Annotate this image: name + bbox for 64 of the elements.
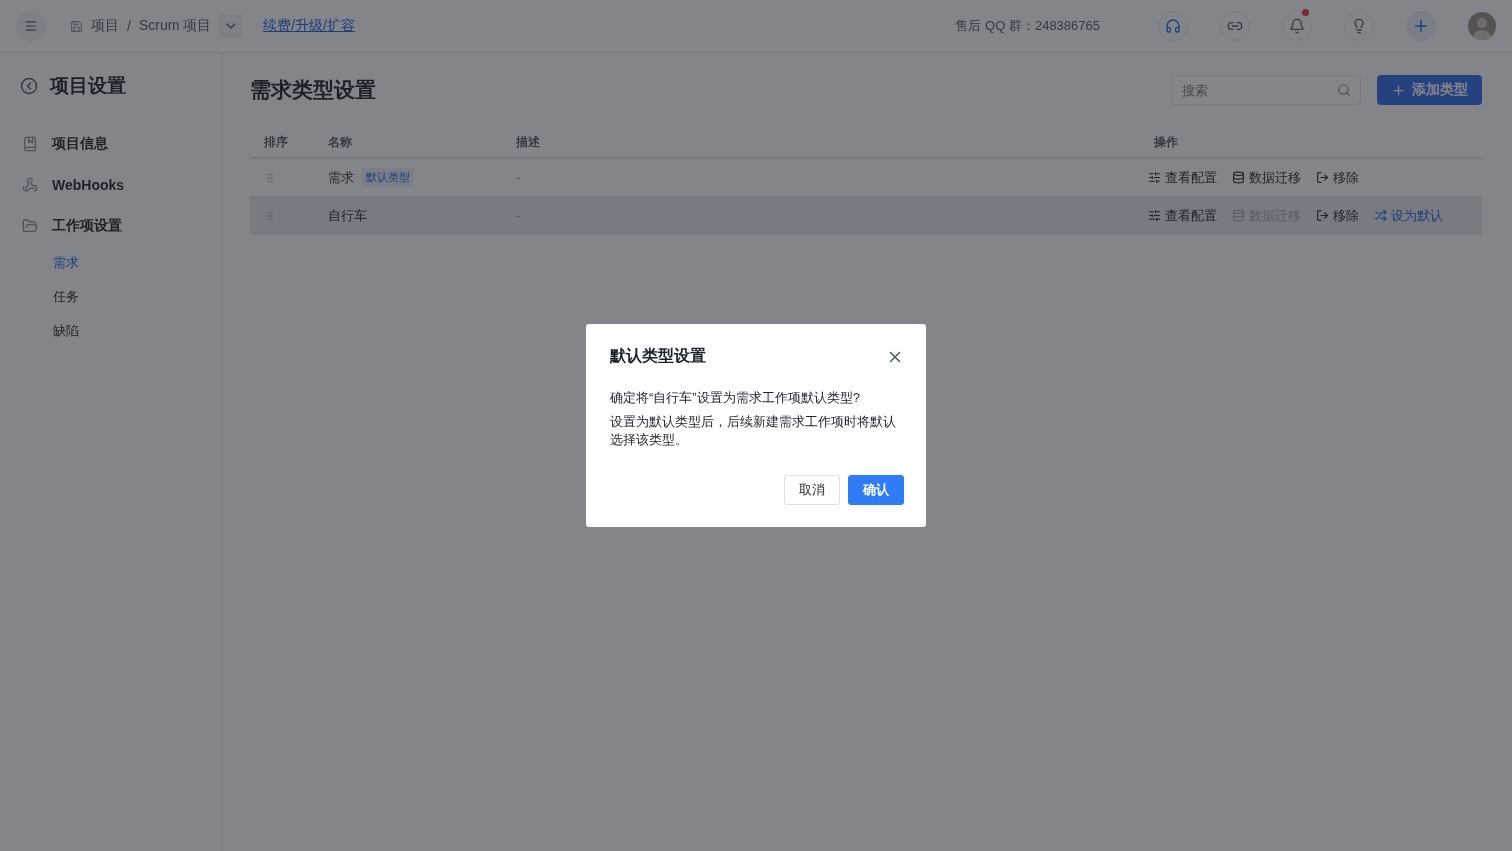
bell-icon <box>1289 18 1305 34</box>
cancel-button[interactable]: 取消 <box>784 475 840 505</box>
project-dropdown-button[interactable] <box>219 14 244 38</box>
breadcrumb-item[interactable]: Scrum 项目 <box>138 17 212 35</box>
plus-icon <box>1412 17 1430 35</box>
sidebar-item[interactable]: 项目信息 <box>20 123 221 164</box>
plus-icon <box>1391 82 1406 98</box>
sidebar-subitem[interactable]: 缺陷 <box>20 314 221 348</box>
description-text: - <box>516 208 521 223</box>
sliders-icon <box>1148 209 1161 222</box>
column-header: 排序 <box>263 133 289 151</box>
avatar[interactable] <box>1468 12 1496 40</box>
page-title: 需求类型设置 <box>250 77 377 103</box>
drag-handle-icon[interactable] <box>264 171 276 184</box>
menu-icon <box>24 19 38 33</box>
row-action[interactable]: 设为默认 <box>1374 206 1443 225</box>
add-type-button[interactable]: 添加类型 <box>1377 75 1482 105</box>
sidebar-item[interactable]: WebHooks <box>20 164 221 205</box>
default-tag: 默认类型 <box>362 168 414 187</box>
sidebar-item[interactable]: 工作项设置 <box>20 205 221 246</box>
exit-icon <box>1316 171 1329 184</box>
dialog-note: 设置为默认类型后，后续新建需求工作项时将默认选择该类型。 <box>610 413 897 449</box>
database-icon <box>1232 209 1245 222</box>
column-header: 操作 <box>1153 133 1179 151</box>
row-action[interactable]: 移除 <box>1316 206 1359 225</box>
column-header: 名称 <box>327 133 353 151</box>
row-action[interactable]: 查看配置 <box>1148 206 1217 225</box>
lightbulb-icon <box>1351 18 1367 34</box>
sidebar-subitem[interactable]: 任务 <box>20 280 221 314</box>
column-header: 描述 <box>515 133 541 151</box>
headset-icon <box>1165 18 1181 34</box>
type-name: 自行车 <box>328 206 367 225</box>
dialog-message: 确定将“自行车”设置为需求工作项默认类型? <box>610 389 861 407</box>
qq-group-text: 售后 QQ 群：248386765 <box>955 17 1100 35</box>
webhook-icon <box>22 176 38 193</box>
renew-link[interactable]: 续费/升级/扩容 <box>263 17 355 35</box>
link-button[interactable] <box>1220 11 1250 41</box>
support-button[interactable] <box>1158 11 1188 41</box>
back-icon[interactable] <box>20 77 38 95</box>
type-name: 需求 <box>328 168 354 187</box>
project-icon <box>70 19 83 33</box>
search-field[interactable]: 搜索 <box>1171 75 1361 105</box>
breadcrumb-item[interactable]: 项目 <box>91 17 119 35</box>
book-icon <box>22 135 38 152</box>
bulb-button[interactable] <box>1344 11 1374 41</box>
bell-button[interactable] <box>1282 11 1312 41</box>
dialog-title: 默认类型设置 <box>610 346 706 366</box>
drag-handle-icon[interactable] <box>264 209 276 222</box>
sidebar-subitem[interactable]: 需求 <box>20 246 221 280</box>
confirm-button[interactable]: 确认 <box>848 475 904 505</box>
database-icon <box>1232 171 1245 184</box>
description-text: - <box>516 170 521 185</box>
shuffle-icon <box>1374 209 1387 222</box>
plus-button[interactable] <box>1406 11 1436 41</box>
folder-icon <box>22 217 38 234</box>
exit-icon <box>1316 209 1329 222</box>
menu-button[interactable] <box>16 11 46 41</box>
sidebar-title: 项目设置 <box>50 74 126 98</box>
row-action[interactable]: 查看配置 <box>1148 168 1217 187</box>
row-action[interactable]: 移除 <box>1316 168 1359 187</box>
row-action[interactable]: 数据迁移 <box>1232 168 1301 187</box>
sliders-icon <box>1148 171 1161 184</box>
breadcrumb-separator: / <box>127 18 131 34</box>
search-icon <box>1337 83 1351 97</box>
